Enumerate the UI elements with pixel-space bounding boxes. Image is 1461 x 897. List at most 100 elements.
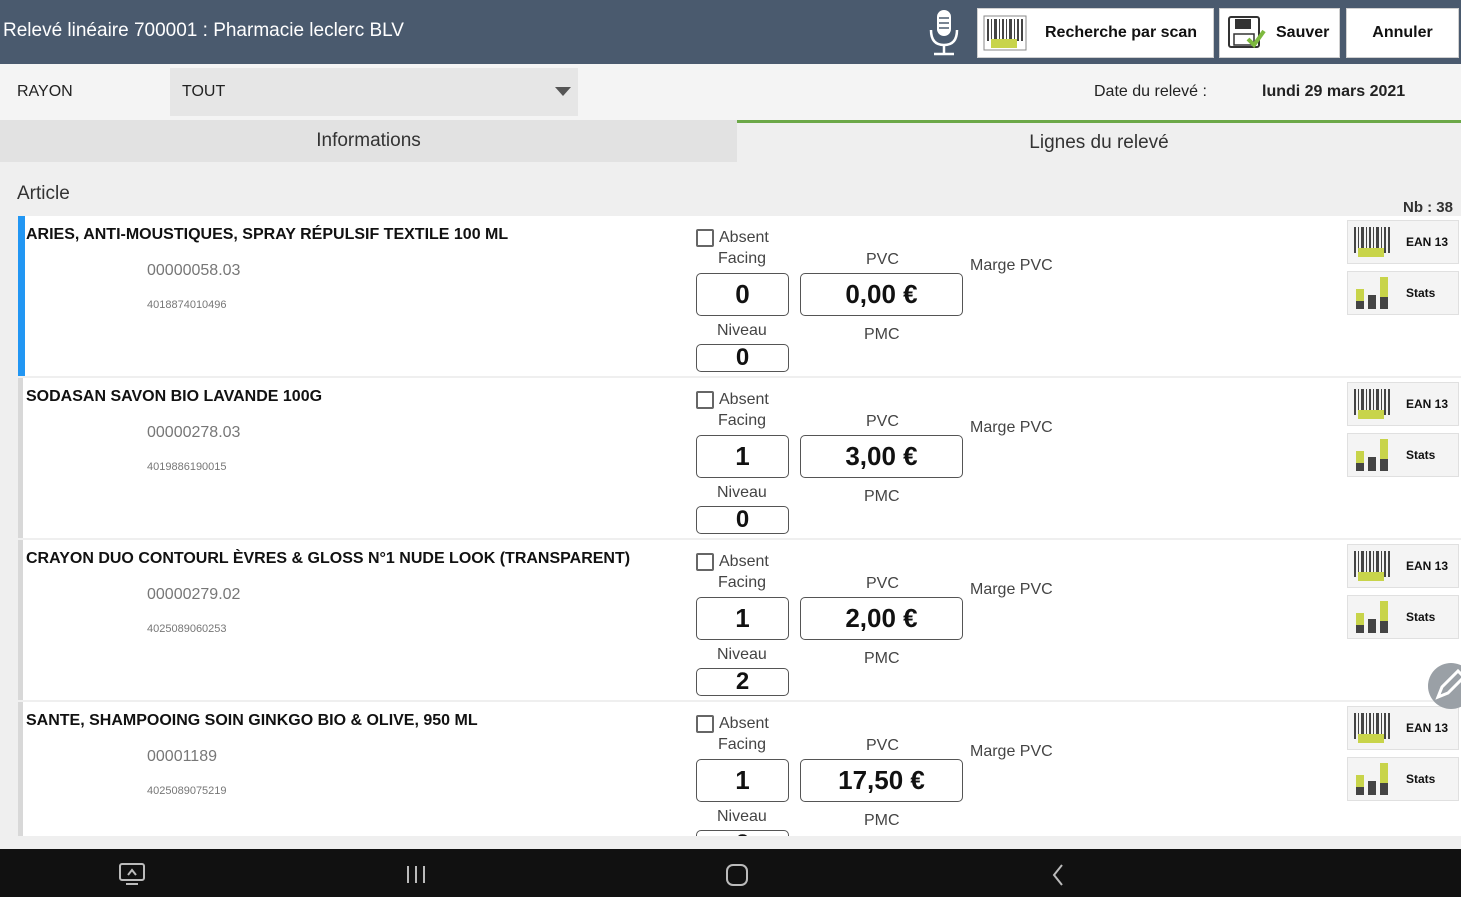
microphone-icon[interactable] [926, 8, 962, 58]
edit-fab-button[interactable] [1428, 663, 1461, 709]
barcode-icon [983, 15, 1027, 51]
date-value[interactable]: lundi 29 mars 2021 [1262, 83, 1405, 101]
app-window: Relevé linéaire 700001 : Pharmacie lecle… [0, 0, 1461, 897]
product-code: 00000279.02 [147, 586, 241, 603]
selected-row-indicator [18, 216, 25, 376]
absent-label: Absent [719, 553, 769, 570]
absent-checkbox[interactable] [696, 391, 714, 409]
product-ean: 4018874010496 [147, 299, 227, 311]
pvc-label: PVC [866, 251, 899, 268]
niveau-input[interactable]: 2 [696, 668, 789, 696]
product-code: 00001189 [147, 748, 217, 765]
ean13-button[interactable]: EAN 13 [1347, 544, 1459, 588]
absent-checkbox[interactable] [696, 553, 714, 571]
stats-button[interactable]: Stats [1347, 757, 1459, 801]
product-code: 00000058.03 [147, 262, 241, 279]
list-item[interactable]: ARIES, ANTI-MOUSTIQUES, SPRAY RÉPULSIF T… [18, 216, 1461, 376]
marge-pvc-label: Marge PVC [970, 581, 1053, 598]
tab-informations[interactable]: Informations [0, 120, 737, 162]
dropdown-caret-icon [555, 87, 571, 96]
barcode-icon [1354, 227, 1390, 257]
pmc-label: PMC [864, 326, 900, 343]
ean13-label: EAN 13 [1406, 721, 1449, 735]
recent-apps-icon[interactable] [403, 861, 429, 887]
absent-checkbox[interactable] [696, 715, 714, 733]
absent-checkbox[interactable] [696, 229, 714, 247]
ean13-label: EAN 13 [1406, 235, 1449, 249]
rayon-label: RAYON [17, 83, 73, 100]
list-item[interactable]: SANTE, SHAMPOOING SOIN GINKGO BIO & OLIV… [18, 702, 1461, 836]
stats-button[interactable]: Stats [1347, 271, 1459, 315]
article-list[interactable]: ARIES, ANTI-MOUSTIQUES, SPRAY RÉPULSIF T… [18, 216, 1461, 836]
facing-input[interactable]: 1 [696, 597, 789, 640]
filter-row: RAYON TOUT Date du relevé : lundi 29 mar… [0, 64, 1461, 120]
niveau-label: Niveau [717, 646, 767, 663]
barcode-icon [1354, 713, 1390, 743]
facing-label: Facing [718, 574, 767, 591]
rayon-select[interactable]: TOUT [170, 68, 578, 116]
niveau-label: Niveau [717, 808, 767, 825]
stats-label: Stats [1406, 772, 1436, 786]
niveau-input[interactable]: 0 [696, 344, 789, 372]
bar-chart-icon [1356, 763, 1388, 795]
bar-chart-icon [1356, 439, 1388, 471]
pvc-input[interactable]: 0,00 € [800, 273, 963, 316]
ean13-button[interactable]: EAN 13 [1347, 706, 1459, 750]
marge-pvc-label: Marge PVC [970, 419, 1053, 436]
list-item[interactable]: CRAYON DUO CONTOURL ÈVRES & GLOSS N°1 NU… [18, 540, 1461, 700]
facing-input[interactable]: 1 [696, 435, 789, 478]
pvc-label: PVC [866, 413, 899, 430]
niveau-input[interactable]: 2 [696, 830, 789, 836]
item-count: Nb : 38 [1402, 199, 1453, 216]
screen-cast-icon[interactable] [118, 861, 146, 887]
save-icon [1228, 16, 1266, 49]
facing-input[interactable]: 0 [696, 273, 789, 316]
row-indicator [18, 378, 23, 538]
row-indicator [18, 702, 23, 836]
absent-label: Absent [719, 715, 769, 732]
home-icon[interactable] [724, 861, 750, 887]
stats-button[interactable]: Stats [1347, 433, 1459, 477]
page-title: Relevé linéaire 700001 : Pharmacie lecle… [3, 20, 404, 41]
barcode-icon [1354, 551, 1390, 581]
ean13-button[interactable]: EAN 13 [1347, 220, 1459, 264]
date-label: Date du relevé : [1094, 83, 1207, 100]
system-nav-bar [0, 849, 1461, 897]
absent-label: Absent [719, 391, 769, 408]
product-ean: 4019886190015 [147, 461, 227, 473]
stats-label: Stats [1406, 610, 1436, 624]
product-ean: 4025089075219 [147, 785, 227, 797]
marge-pvc-label: Marge PVC [970, 257, 1053, 274]
row-indicator [18, 540, 23, 700]
pvc-input[interactable]: 2,00 € [800, 597, 963, 640]
pvc-input[interactable]: 17,50 € [800, 759, 963, 802]
product-name: SANTE, SHAMPOOING SOIN GINKGO BIO & OLIV… [26, 712, 478, 729]
back-icon[interactable] [1046, 861, 1072, 887]
pmc-label: PMC [864, 812, 900, 829]
stats-button[interactable]: Stats [1347, 595, 1459, 639]
list-item[interactable]: SODASAN SAVON BIO LAVANDE 100G 00000278.… [18, 378, 1461, 538]
tab-lignes-du-releve[interactable]: Lignes du relevé [737, 120, 1461, 162]
stats-label: Stats [1406, 448, 1436, 462]
save-label: Sauver [1276, 24, 1330, 41]
ean13-label: EAN 13 [1406, 397, 1449, 411]
bar-chart-icon [1356, 277, 1388, 309]
absent-label: Absent [719, 229, 769, 246]
cancel-button[interactable]: Annuler [1346, 8, 1459, 58]
product-name: SODASAN SAVON BIO LAVANDE 100G [26, 388, 323, 405]
rayon-value: TOUT [182, 83, 226, 100]
product-name: CRAYON DUO CONTOURL ÈVRES & GLOSS N°1 NU… [26, 550, 631, 567]
facing-input[interactable]: 1 [696, 759, 789, 802]
pvc-label: PVC [866, 575, 899, 592]
scan-search-button[interactable]: Recherche par scan [977, 8, 1214, 58]
facing-label: Facing [718, 736, 767, 753]
scan-search-label: Recherche par scan [1045, 24, 1198, 41]
facing-label: Facing [718, 250, 767, 267]
article-column-header: Article [17, 183, 70, 204]
ean13-button[interactable]: EAN 13 [1347, 382, 1459, 426]
pvc-input[interactable]: 3,00 € [800, 435, 963, 478]
save-button[interactable]: Sauver [1219, 8, 1340, 58]
marge-pvc-label: Marge PVC [970, 743, 1053, 760]
top-bar: Relevé linéaire 700001 : Pharmacie lecle… [0, 0, 1461, 64]
niveau-input[interactable]: 0 [696, 506, 789, 534]
